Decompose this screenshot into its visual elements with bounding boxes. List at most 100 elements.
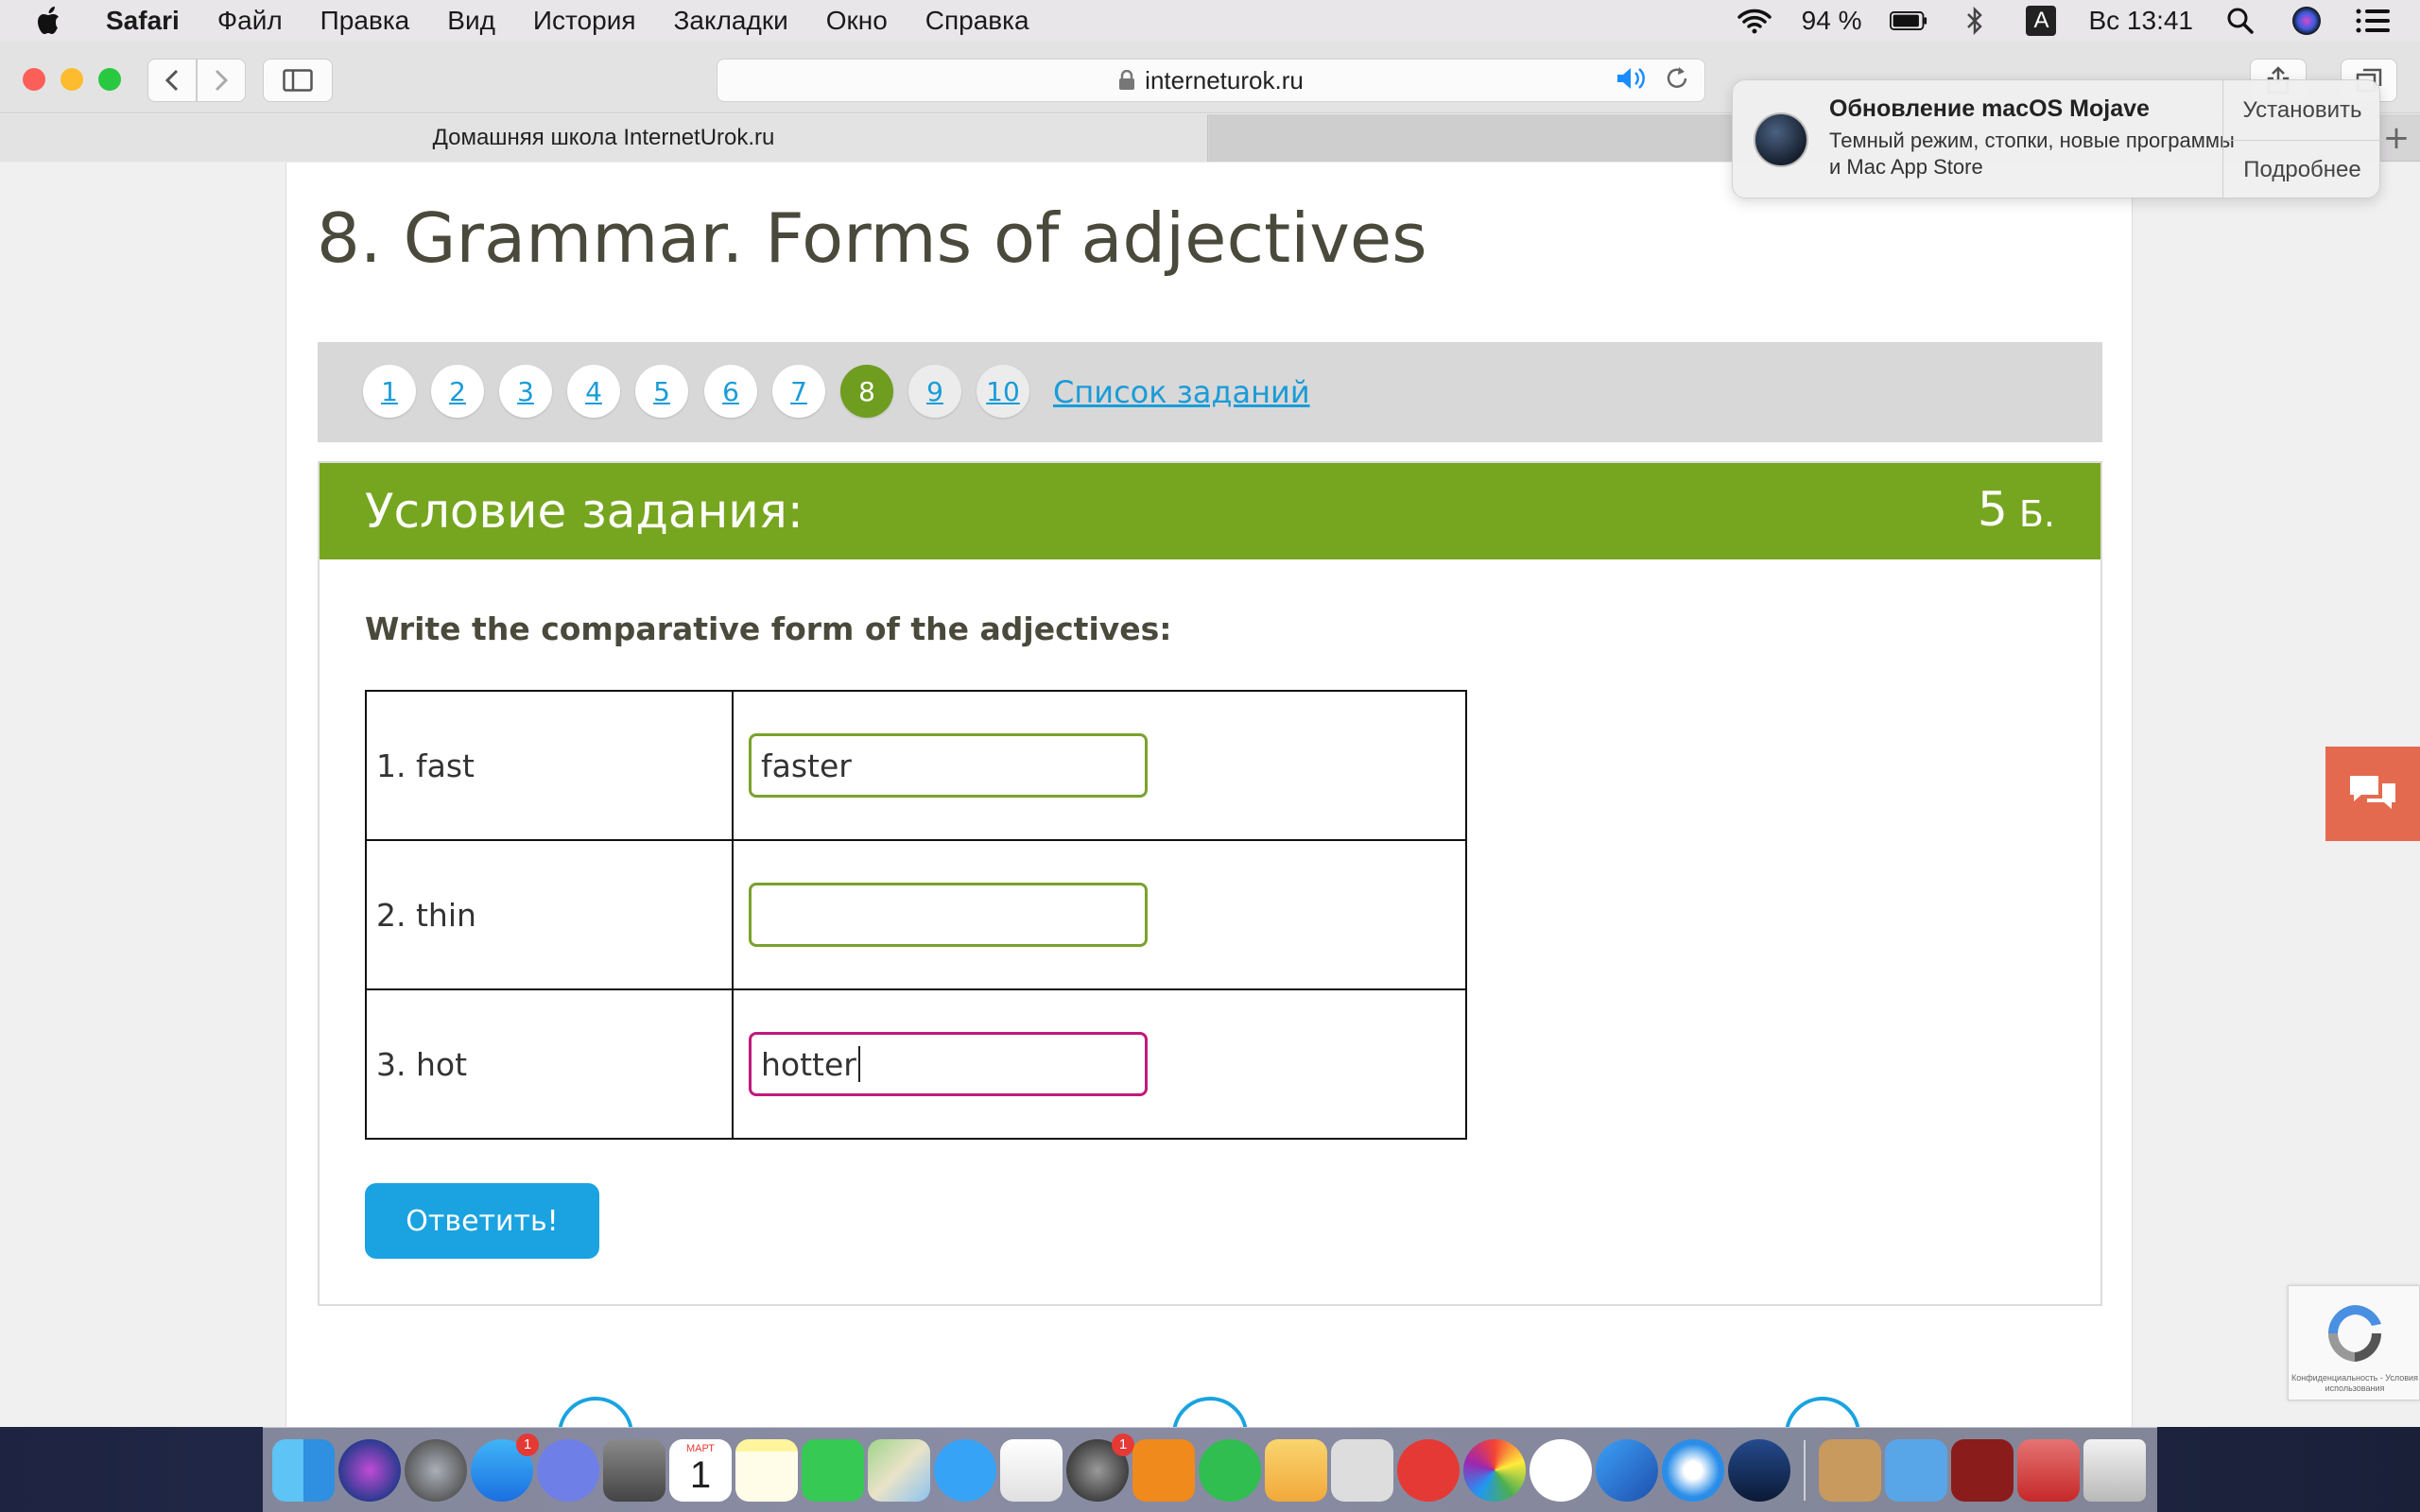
- task-link-10[interactable]: 10: [977, 365, 1029, 418]
- tab-title: Домашняя школа InternetUrok.ru: [432, 125, 775, 150]
- vpn-app-icon[interactable]: [1596, 1438, 1658, 1502]
- task-link-9[interactable]: 9: [908, 365, 961, 418]
- menu-history[interactable]: История: [533, 6, 636, 36]
- text-caret: [857, 1046, 860, 1082]
- siri-dock-icon[interactable]: [338, 1438, 401, 1502]
- forward-button[interactable]: [197, 59, 246, 102]
- answer-cell: hotter: [732, 988, 1467, 1140]
- answer-input-2[interactable]: [749, 883, 1148, 947]
- spotlight-search-icon[interactable]: [2221, 5, 2259, 37]
- menu-window[interactable]: Окно: [826, 6, 888, 36]
- answer-input-3[interactable]: hotter: [749, 1032, 1148, 1096]
- books-icon[interactable]: [1132, 1438, 1195, 1502]
- photos-icon[interactable]: [1463, 1438, 1526, 1502]
- launchpad-icon[interactable]: [405, 1438, 467, 1502]
- task-instruction: Write the comparative form of the adject…: [365, 610, 1172, 647]
- task-link-1[interactable]: 1: [363, 365, 416, 418]
- bluetooth-icon[interactable]: [1956, 5, 1994, 37]
- flash-player-icon[interactable]: [1951, 1438, 2014, 1502]
- address-bar[interactable]: interneturok.ru: [717, 59, 1705, 102]
- input-source-label: A: [2026, 6, 2057, 36]
- menu-help[interactable]: Справка: [925, 6, 1029, 36]
- menu-app-safari[interactable]: Safari: [106, 6, 180, 36]
- answer-cell: [732, 839, 1467, 990]
- discord-icon[interactable]: [537, 1438, 599, 1502]
- app-store-badge: 1: [516, 1433, 539, 1456]
- calculator-icon[interactable]: [603, 1438, 666, 1502]
- task-header-title: Условие задания:: [365, 484, 804, 539]
- audio-playing-icon[interactable]: [1616, 65, 1648, 98]
- apple-menu-icon[interactable]: [36, 5, 64, 37]
- recaptcha-terms[interactable]: Конфиденциальность - Условия использован…: [2289, 1373, 2420, 1394]
- install-button[interactable]: Установить: [2223, 80, 2381, 140]
- safari-icon[interactable]: [1662, 1438, 1724, 1502]
- answer-cell: faster: [732, 690, 1467, 841]
- notification-title: Обновление macOS Mojave: [1829, 95, 2150, 122]
- app-store-icon[interactable]: 1: [471, 1433, 539, 1502]
- task-list-link[interactable]: Список заданий: [1053, 342, 1310, 442]
- trash-icon[interactable]: [2083, 1438, 2146, 1502]
- new-tab-button[interactable]: +: [2382, 114, 2411, 162]
- answer-input-1[interactable]: faster: [749, 733, 1148, 798]
- messages-icon[interactable]: [934, 1438, 996, 1502]
- chat-widget-button[interactable]: [2325, 747, 2420, 841]
- task-panel: Условие задания: 5 Б. Write the comparat…: [318, 461, 2102, 1306]
- menubar-clock[interactable]: Вс 13:41: [2088, 6, 2193, 36]
- sidebar-toggle-button[interactable]: [263, 59, 333, 102]
- macos-update-notification[interactable]: Обновление macOS Mojave Темный режим, ст…: [1732, 79, 2381, 199]
- wifi-icon[interactable]: [1736, 5, 1773, 37]
- zoom-window-button[interactable]: [98, 68, 121, 91]
- chat-bubbles-icon: [2350, 776, 2395, 809]
- notes-icon[interactable]: [735, 1438, 798, 1502]
- recaptcha-logo-icon: [2328, 1305, 2381, 1362]
- yandex-browser-icon[interactable]: [1530, 1438, 1592, 1502]
- battery-icon[interactable]: [1890, 5, 1927, 37]
- tab-interneturok[interactable]: Домашняя школа InternetUrok.ru: [0, 114, 1208, 162]
- task-points: 5 Б.: [1978, 463, 2055, 559]
- menu-view[interactable]: Вид: [447, 6, 495, 36]
- task-link-3[interactable]: 3: [499, 365, 552, 418]
- notification-center-icon[interactable]: [2354, 5, 2392, 37]
- back-button[interactable]: [147, 59, 197, 102]
- downloads-stack-icon[interactable]: [2017, 1438, 2080, 1502]
- dock: 1 МАРТ 1 1: [263, 1427, 2157, 1512]
- recaptcha-badge[interactable]: Конфиденциальность - Условия использован…: [2288, 1285, 2420, 1400]
- input-source-icon[interactable]: A: [2022, 5, 2060, 37]
- system-preferences-badge: 1: [1112, 1433, 1134, 1456]
- archive-utility-icon[interactable]: [1819, 1438, 1881, 1502]
- whatsapp-icon[interactable]: [1199, 1438, 1261, 1502]
- close-window-button[interactable]: [23, 68, 45, 91]
- applications-folder-icon[interactable]: [1885, 1438, 1947, 1502]
- task-link-7[interactable]: 7: [772, 365, 825, 418]
- table-row: 1. fast faster: [365, 690, 1467, 841]
- dock-separator: [1804, 1439, 1806, 1501]
- address-url: interneturok.ru: [1145, 65, 1304, 94]
- menu-bookmarks[interactable]: Закладки: [674, 6, 788, 36]
- pages-icon[interactable]: [1265, 1438, 1327, 1502]
- task-link-8-current[interactable]: 8: [840, 365, 893, 418]
- task-link-4[interactable]: 4: [567, 365, 620, 418]
- battery-percent: 94 %: [1801, 6, 1862, 35]
- task-link-5[interactable]: 5: [635, 365, 688, 418]
- calendar-icon[interactable]: МАРТ 1: [669, 1438, 732, 1502]
- menu-file[interactable]: Файл: [217, 6, 283, 36]
- menu-edit[interactable]: Правка: [320, 6, 410, 36]
- siri-icon[interactable]: [2288, 5, 2325, 37]
- details-button[interactable]: Подробнее: [2223, 140, 2381, 199]
- opera-icon[interactable]: [1397, 1438, 1460, 1502]
- script-editor-icon[interactable]: [1331, 1438, 1393, 1502]
- facetime-icon[interactable]: [802, 1438, 864, 1502]
- minimize-window-button[interactable]: [60, 68, 83, 91]
- table-row: 3. hot hotter: [365, 988, 1467, 1140]
- numbers-icon[interactable]: [1000, 1438, 1063, 1502]
- system-preferences-icon[interactable]: 1: [1066, 1433, 1134, 1502]
- task-link-6[interactable]: 6: [704, 365, 757, 418]
- finder-icon[interactable]: [272, 1438, 335, 1502]
- points-unit: Б.: [2018, 493, 2055, 535]
- task-link-2[interactable]: 2: [431, 365, 484, 418]
- steam-icon[interactable]: [1728, 1438, 1790, 1502]
- chevron-right-icon: [215, 69, 229, 92]
- reload-icon[interactable]: [1665, 65, 1689, 98]
- maps-icon[interactable]: [868, 1438, 930, 1502]
- submit-answer-button[interactable]: Ответить!: [365, 1183, 599, 1259]
